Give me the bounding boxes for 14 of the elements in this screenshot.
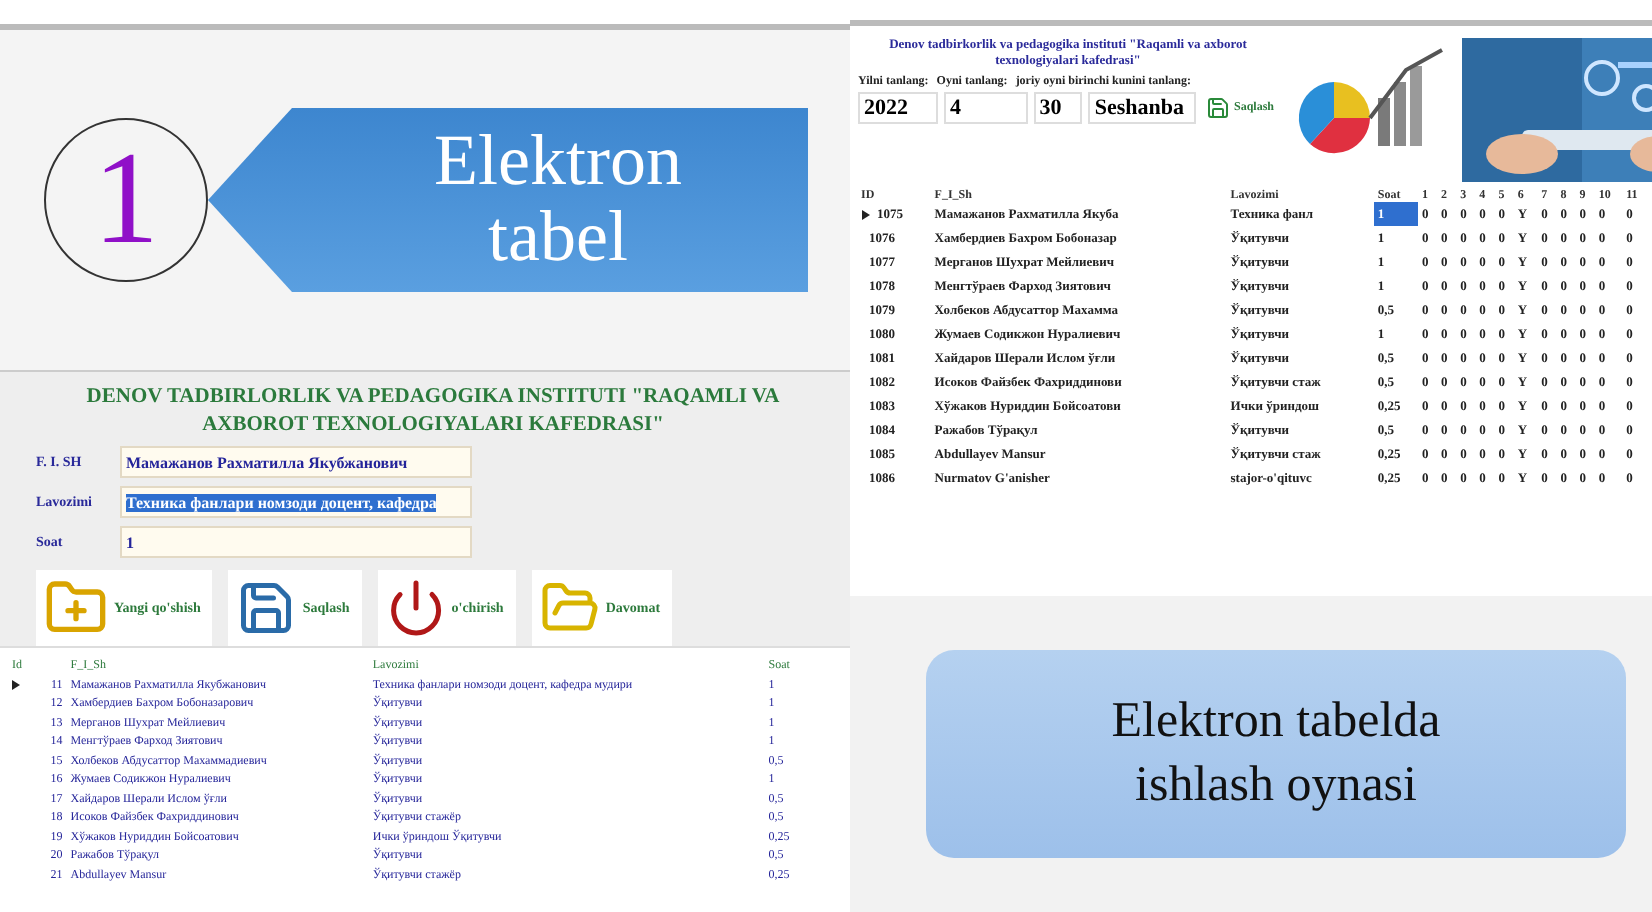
text-field[interactable]: Мамажанов Рахматилла Якубжанович xyxy=(120,446,472,479)
year-field[interactable]: 2022 xyxy=(858,92,938,125)
step-number: 1 xyxy=(44,118,208,282)
weekday-field[interactable]: Seshanba xyxy=(1088,92,1196,125)
save-icon xyxy=(236,578,297,639)
month-field[interactable]: 4 xyxy=(944,92,1028,125)
row-pointer-icon xyxy=(861,209,869,219)
text-field[interactable]: 1 xyxy=(120,526,472,559)
save-icon xyxy=(1206,96,1230,121)
power-icon xyxy=(385,578,446,639)
caption-box: Elektron tabelda ishlash oynasi xyxy=(926,650,1626,858)
day-field[interactable]: 30 xyxy=(1033,92,1083,125)
row-pointer-icon xyxy=(12,680,20,691)
form-heading: DENOV TADBIRLORLIK VA PEDAGOGIKA INSTITUTI "RAQAMLI VA AXBOROT TEXNOLOGIYALARI KAFEDRASI" xyxy=(84,384,782,439)
